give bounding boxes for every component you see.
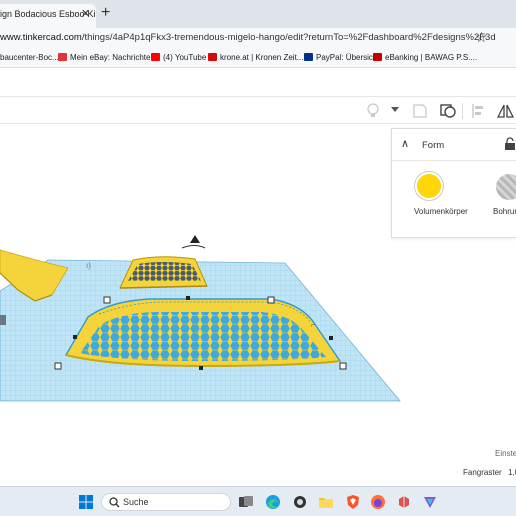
small-dark-shape[interactable] <box>0 315 6 325</box>
bookmark-label: (4) YouTube <box>163 53 207 62</box>
bookmark-item[interactable]: krone.at | Kronen Zeit... <box>208 53 303 62</box>
bawag-icon <box>373 53 382 61</box>
panel-title: Form <box>422 140 445 151</box>
file-explorer-icon[interactable] <box>318 494 334 510</box>
editor-toolbar <box>0 96 516 124</box>
windows-taskbar: Suche <box>0 486 516 516</box>
bookmark-label: baucenter-Boc... <box>0 53 59 62</box>
app-icon-red[interactable] <box>396 494 412 510</box>
hole-swatch[interactable] <box>496 174 516 200</box>
paypal-icon <box>304 53 313 61</box>
address-bar[interactable]: www.tinkercad.com/things/4aP4p1qFkx3-tre… <box>0 28 516 50</box>
bookmark-item[interactable]: baucenter-Boc... <box>0 53 59 62</box>
align-icon[interactable] <box>471 103 485 119</box>
search-label: Suche <box>123 497 149 507</box>
browser-tab[interactable]: ign Bodacious Esboo-Ki ✕ <box>0 4 96 28</box>
brave-icon[interactable] <box>345 494 361 510</box>
edge-icon[interactable] <box>265 494 281 510</box>
new-tab-icon[interactable]: + <box>101 4 110 22</box>
krone-icon <box>208 53 217 61</box>
hex-shape-back[interactable] <box>119 256 208 289</box>
bookmark-star-icon[interactable]: ☆ <box>475 29 488 46</box>
snap-grid-value[interactable]: 1,0 <box>508 468 516 477</box>
bookmark-item[interactable]: PayPal: Übersicht <box>304 53 380 62</box>
ebay-icon <box>58 53 67 61</box>
bookmark-label: krone.at | Kronen Zeit... <box>220 53 304 62</box>
hole-label: Bohrung <box>493 207 516 216</box>
bookmark-label: PayPal: Übersicht <box>316 53 380 62</box>
app-icon-purple[interactable] <box>422 494 438 510</box>
bookmark-item[interactable]: eBanking | BAWAG P.S.... <box>373 53 477 62</box>
dropdown-arrow-icon[interactable] <box>390 106 400 114</box>
firefox-icon[interactable] <box>370 494 386 510</box>
settings-label[interactable]: Einstel <box>495 449 516 458</box>
url-host: www.tinkercad.com <box>0 32 82 43</box>
collapse-chevron-icon[interactable]: ∧ <box>401 137 409 150</box>
screen: ign Bodacious Esboo-Ki ✕ + www.tinkercad… <box>0 0 516 516</box>
taskbar-search[interactable]: Suche <box>101 493 231 511</box>
mirror-icon[interactable] <box>497 103 515 119</box>
url-text[interactable]: www.tinkercad.com/things/4aP4p1qFkx3-tre… <box>0 32 496 43</box>
browser-tab-bar: ign Bodacious Esboo-Ki ✕ + <box>0 0 516 28</box>
dimension-marker: ⌐ <box>311 322 315 329</box>
bookmark-item[interactable]: Mein eBay: Nachrichten <box>58 53 155 62</box>
note-icon[interactable] <box>412 103 428 119</box>
task-view-icon[interactable] <box>238 494 254 510</box>
bookmark-item[interactable]: (4) YouTube <box>151 53 206 62</box>
dimension-marker: ı) <box>86 261 91 270</box>
hex-shape-main[interactable] <box>64 298 342 368</box>
lock-icon[interactable] <box>504 137 516 151</box>
snap-grid-label: Fangraster <box>463 468 502 477</box>
panel-divider <box>392 160 516 161</box>
tab-close-icon[interactable]: ✕ <box>81 7 90 20</box>
youtube-icon <box>151 53 160 61</box>
shape-inspector-panel: ∧ Form Volumenkörper Bohrung <box>391 128 516 238</box>
lightbulb-icon[interactable] <box>366 103 380 119</box>
solid-color-swatch[interactable] <box>415 172 443 200</box>
solid-label: Volumenkörper <box>414 207 468 216</box>
bookmark-label: eBanking | BAWAG P.S.... <box>385 53 478 62</box>
bookmarks-bar: baucenter-Boc... Mein eBay: Nachrichten … <box>0 50 516 68</box>
bookmark-label: Mein eBay: Nachrichten <box>70 53 155 62</box>
url-path: /things/4aP4p1qFkx3-tremendous-migelo-ha… <box>81 32 496 43</box>
search-icon <box>109 497 120 508</box>
windows-start-icon[interactable] <box>78 494 94 510</box>
rotate-handle-icon[interactable] <box>181 235 206 249</box>
toolbar-divider <box>462 103 463 119</box>
group-icon[interactable] <box>440 103 457 119</box>
app-icon[interactable] <box>292 494 308 510</box>
